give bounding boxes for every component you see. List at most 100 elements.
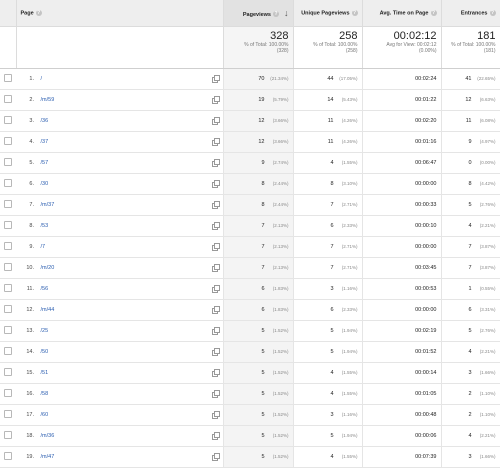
row-checkbox[interactable] [4,241,12,250]
table-row: 15. /51 5 (1.52%) 4 (1.55%) 00:00:14 3 (1.6… [0,362,500,384]
page-link[interactable]: /36 [41,118,49,124]
open-page-icon[interactable] [211,368,220,377]
row-checkbox[interactable] [4,304,12,313]
row-select-cell [0,362,16,384]
row-checkbox[interactable] [4,136,12,145]
table-row: 14. /50 5 (1.52%) 5 (1.94%) 00:01:52 4 (2.2… [0,341,500,363]
open-page-icon[interactable] [211,221,220,230]
page-link[interactable]: /m/59 [41,97,55,103]
help-icon[interactable]: ? [430,9,437,16]
open-page-icon[interactable] [211,95,220,104]
open-page-icon[interactable] [211,158,220,167]
row-select-cell [0,278,16,300]
page-link[interactable]: /m/36 [41,433,55,439]
help-icon[interactable]: ? [35,9,42,16]
row-checkbox[interactable] [4,115,12,124]
pageviews-percent: (3.66%) [272,117,289,123]
row-checkbox[interactable] [4,157,12,166]
page-link[interactable]: /50 [41,349,49,355]
row-select-cell [0,383,16,405]
open-page-icon[interactable] [211,263,220,272]
page-cell: 8. /53 [16,215,224,237]
col-page-header[interactable]: Page? [16,0,224,27]
row-checkbox[interactable] [4,283,12,292]
open-page-icon[interactable] [211,284,220,293]
help-icon[interactable]: ? [273,11,279,18]
page-link[interactable]: /m/47 [41,454,55,460]
row-select-cell [0,194,16,216]
col-entrances-header[interactable]: Entrances? [441,0,500,27]
total-unique: 258 % of Total: 100.00% (258) [293,26,363,69]
page-link[interactable]: /57 [41,160,49,166]
row-checkbox[interactable] [4,388,12,397]
entrances-value: 3 [468,453,472,460]
open-page-icon[interactable] [211,116,220,125]
table-row: 19. /m/47 5 (1.52%) 4 (1.55%) 00:07:39 3 (1… [0,446,500,468]
help-icon[interactable]: ? [489,9,496,16]
open-page-icon[interactable] [211,242,220,251]
open-page-icon[interactable] [211,179,220,188]
pageviews-percent: (2.13%) [272,264,289,270]
page-link[interactable]: /m/44 [41,307,55,313]
entrances-cell: 4 (2.21%) [441,425,500,447]
page-link[interactable]: /51 [41,370,49,376]
open-page-icon[interactable] [211,389,220,398]
row-checkbox[interactable] [4,94,12,103]
open-page-icon[interactable] [211,200,220,209]
row-checkbox[interactable] [4,367,12,376]
page-link[interactable]: /30 [41,181,49,187]
row-checkbox[interactable] [4,430,12,439]
row-select-cell [0,299,16,321]
open-page-icon[interactable] [211,74,220,83]
row-checkbox[interactable] [4,451,12,460]
row-checkbox[interactable] [4,178,12,187]
page-link[interactable]: /60 [41,412,49,418]
row-checkbox[interactable] [4,346,12,355]
sort-desc-icon[interactable]: ↓ [284,8,289,18]
unique-cell: 3 (1.16%) [293,278,363,300]
pageviews-value: 6 [261,306,265,313]
avg-time-cell: 00:01:05 [362,383,442,405]
open-page-icon[interactable] [211,137,220,146]
unique-percent: (2.33%) [341,222,358,228]
help-icon[interactable]: ? [351,9,358,16]
row-index: 9. [29,243,34,250]
page-link[interactable]: / [41,76,43,82]
open-page-icon[interactable] [211,347,220,356]
col-pageviews-label: Pageviews [242,11,271,18]
pageviews-percent: (21.34%) [270,75,289,81]
page-link[interactable]: /7 [41,244,46,250]
row-checkbox[interactable] [4,220,12,229]
page-link[interactable]: /25 [41,328,49,334]
page-link[interactable]: /58 [41,391,49,397]
col-avg-header[interactable]: Avg. Time on Page? [362,0,442,27]
row-checkbox[interactable] [4,199,12,208]
open-page-icon[interactable] [211,410,220,419]
pageviews-percent: (1.52%) [272,348,289,354]
open-page-icon[interactable] [211,452,220,461]
pageviews-value: 5 [261,369,265,376]
row-checkbox[interactable] [4,409,12,418]
row-index: 18. [26,432,34,439]
pageviews-value: 7 [261,243,265,250]
avg-time-value: 00:00:10 [415,222,437,229]
page-cell: 10. /m/20 [16,257,224,279]
row-checkbox[interactable] [4,73,12,82]
col-pageviews-header[interactable]: Pageviews? ↓ [223,0,294,27]
entrances-percent: (2.21%) [479,432,496,438]
pageviews-percent: (1.83%) [272,306,289,312]
row-checkbox[interactable] [4,325,12,334]
page-link[interactable]: /37 [41,139,49,145]
open-page-icon[interactable] [211,305,220,314]
avg-time-value: 00:01:05 [415,390,437,397]
col-unique-header[interactable]: Unique Pageviews? [293,0,363,27]
page-link[interactable]: /m/37 [41,202,55,208]
total-avg-time: 00:02:12 Avg for View: 00:02:12 (0.00%) [362,26,442,69]
page-link[interactable]: /53 [41,223,49,229]
row-checkbox[interactable] [4,262,12,271]
open-page-icon[interactable] [211,326,220,335]
page-link[interactable]: /m/20 [41,265,55,271]
avg-time-cell: 00:00:53 [362,278,442,300]
open-page-icon[interactable] [211,431,220,440]
page-link[interactable]: /56 [41,286,49,292]
